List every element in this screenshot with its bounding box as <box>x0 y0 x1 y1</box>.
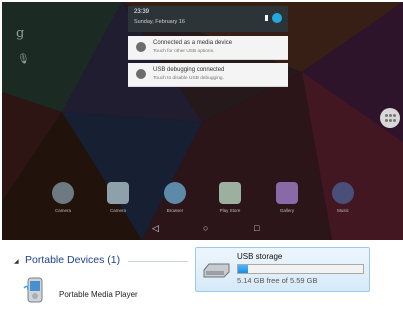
notification-usb-debugging[interactable]: USB debugging connected Touch to disable… <box>128 63 288 87</box>
globe-icon <box>164 182 186 204</box>
collapse-arrow-icon[interactable]: ◢ <box>14 258 19 265</box>
dock-label: Camera <box>54 208 71 213</box>
notification-header: 23:39 Sunday, February 16 <box>128 6 288 32</box>
dock-label: Browser <box>166 208 184 213</box>
notification-title: Connected as a media device <box>153 40 233 46</box>
dock-app-camera-2[interactable]: Camera <box>100 182 136 213</box>
dock-app-gallery[interactable]: Gallery <box>269 182 305 213</box>
storage-free-text: 5.14 GB free of 5.59 GB <box>237 276 318 285</box>
notification-media-device[interactable]: Connected as a media device Touch for ot… <box>128 36 288 60</box>
media-player-icon <box>23 277 43 303</box>
dock-app-camera-1[interactable]: Camera <box>45 182 81 213</box>
google-search-icon[interactable]: g <box>16 26 24 41</box>
music-icon <box>332 182 354 204</box>
recents-button[interactable]: □ <box>254 223 259 233</box>
group-title[interactable]: Portable Devices (1) <box>25 254 120 266</box>
back-button[interactable]: ◁ <box>152 223 159 234</box>
gallery-icon <box>276 182 298 204</box>
notification-title: USB debugging connected <box>153 67 225 73</box>
usb-storage-tile[interactable]: USB storage 5.14 GB free of 5.59 GB <box>195 247 370 292</box>
dock-app-music[interactable]: Music <box>325 182 361 213</box>
account-icon[interactable] <box>272 13 282 23</box>
storage-usage-bar <box>237 264 364 274</box>
home-button[interactable]: ○ <box>203 223 208 233</box>
mic-icon[interactable]: 🎙︎ <box>17 54 30 65</box>
all-apps-button[interactable] <box>380 108 400 128</box>
android-screen: g 🎙︎ 23:39 Sunday, February 16 Connected… <box>2 2 403 240</box>
dock-app-browser[interactable]: Browser <box>157 182 193 213</box>
dock-label: Camera <box>109 208 126 213</box>
camera-icon <box>107 182 129 204</box>
notification-subtitle: Touch for other USB options. <box>153 49 215 54</box>
dock-app-play-store[interactable]: Play Store <box>212 182 248 213</box>
android-debug-icon <box>136 69 146 79</box>
device-label[interactable]: Portable Media Player <box>59 290 138 299</box>
usb-icon <box>136 42 146 52</box>
storage-name: USB storage <box>237 252 283 261</box>
group-divider <box>128 261 188 262</box>
camera-icon <box>52 182 74 204</box>
battery-icon <box>265 15 268 21</box>
dock-label: Gallery <box>279 208 295 213</box>
portable-devices-group: ◢ Portable Devices (1) Portable Media Pl… <box>6 250 190 330</box>
play-store-icon <box>219 182 241 204</box>
storage-usage-fill <box>238 265 248 273</box>
drive-icon <box>203 263 230 278</box>
date: Sunday, February 16 <box>134 19 185 25</box>
dock-label: Play Store <box>219 208 241 213</box>
notification-subtitle: Touch to disable USB debugging. <box>153 76 224 81</box>
clock: 23:39 <box>134 9 150 15</box>
dock-label: Music <box>337 208 349 213</box>
